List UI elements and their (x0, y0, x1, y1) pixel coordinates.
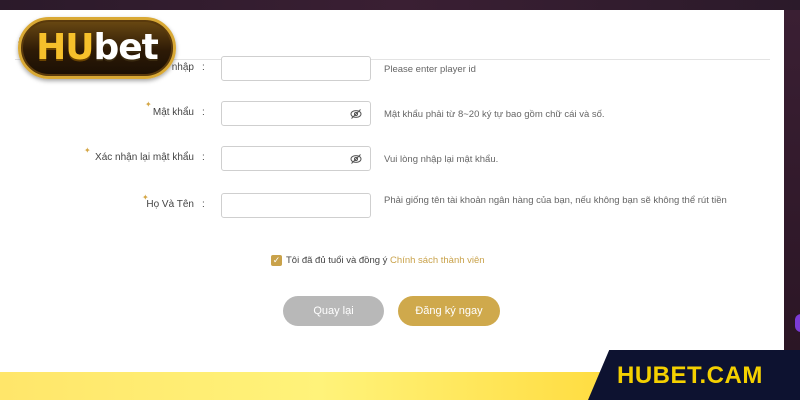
check-icon: ✓ (272, 255, 281, 265)
footer-domain-text: HUBET.CAM (617, 362, 763, 389)
username-hint: Please enter player id (384, 64, 476, 75)
password-hint: Mật khẩu phải từ 8~20 ký tự bao gồm chữ … (384, 109, 605, 120)
colon: : (202, 152, 205, 163)
colon: : (202, 199, 205, 210)
confirm-password-label: Xác nhận lại mật khẩu (95, 152, 194, 163)
full-name-hint: Phải giống tên tài khoản ngân hàng của b… (384, 195, 727, 206)
back-button[interactable]: Quay lại (283, 296, 384, 326)
eye-slash-icon[interactable] (350, 108, 362, 120)
agreement-label: Tôi đã đủ tuổi và đồng ý (286, 255, 388, 266)
confirm-password-hint: Vui lòng nhập lại mật khẩu. (384, 154, 499, 165)
logo-prefix: HU (36, 27, 94, 68)
register-now-button[interactable]: Đăng ký ngay (398, 296, 500, 326)
username-label: nhập (171, 62, 194, 73)
logo-suffix: bet (93, 27, 158, 68)
password-label: Mật khẩu (152, 107, 194, 118)
floating-widget-handle[interactable] (795, 314, 800, 332)
confirm-password-input[interactable] (221, 146, 371, 171)
agree-checkbox[interactable]: ✓ (271, 255, 282, 266)
username-input[interactable] (221, 56, 371, 81)
agreement-text: Tôi đã đủ tuổi và đồng ý Chính sách thàn… (286, 255, 485, 266)
colon: : (202, 62, 205, 73)
full-name-input[interactable] (221, 193, 371, 218)
member-policy-link[interactable]: Chính sách thành viên (390, 255, 485, 266)
eye-slash-icon[interactable] (350, 153, 362, 165)
colon: : (202, 107, 205, 118)
password-input[interactable] (221, 101, 371, 126)
full-name-label: Họ Và Tên (146, 199, 194, 210)
